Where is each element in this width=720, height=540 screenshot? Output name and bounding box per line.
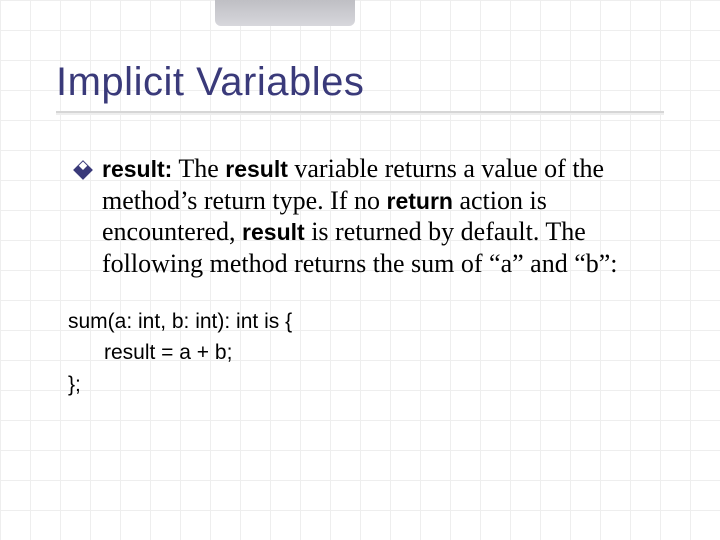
slide-title: Implicit Variables (56, 60, 664, 111)
diamond-bullet-icon (73, 160, 93, 180)
code-block: sum(a: int, b: int): int is { result = a… (56, 306, 664, 401)
slide-content: Implicit Variables result: The result va… (56, 60, 664, 400)
bullet-bold: return (387, 188, 453, 214)
code-line: result = a + b; (68, 337, 664, 369)
bullet-text: The (178, 154, 225, 183)
bullet-lead-bold: result: (102, 156, 172, 182)
code-line: }; (68, 369, 664, 401)
title-underline (56, 111, 664, 113)
bullet-bold: result (225, 156, 288, 182)
code-line: sum(a: int, b: int): int is { (68, 306, 664, 338)
slide-tab-decoration (215, 0, 355, 26)
bullet-bold: result (242, 219, 305, 245)
bullet-item: result: The result variable returns a va… (56, 153, 664, 280)
